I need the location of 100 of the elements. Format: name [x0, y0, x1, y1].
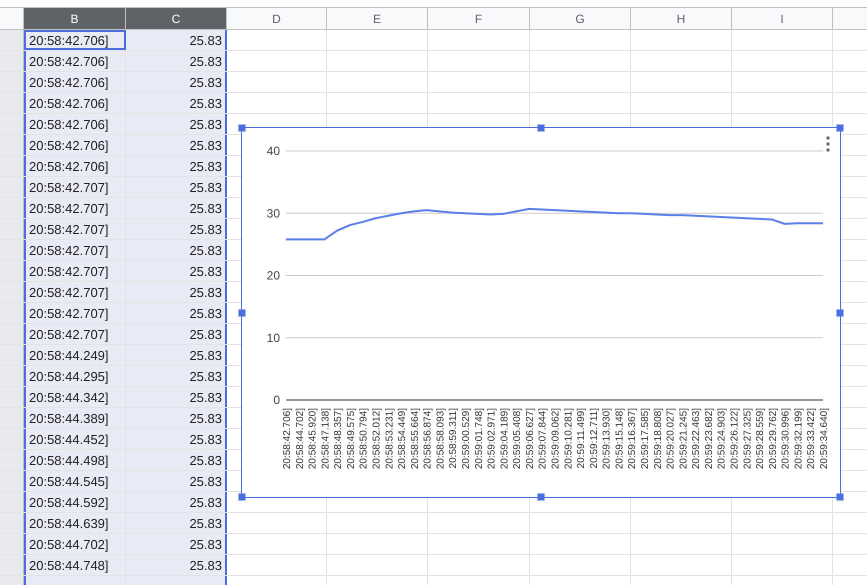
- table-cell: 20:58:42.706]: [24, 30, 126, 50]
- table-cell: 20:58:44.389]: [24, 408, 126, 428]
- x-tick-label: 20:59:11.499]: [576, 408, 588, 468]
- x-tick-label: 20:59:04.189]: [499, 408, 510, 470]
- x-tick-label: 20:58:53.231]: [384, 408, 396, 470]
- row-header[interactable]: [0, 408, 24, 428]
- x-tick-label: 20:58:42.706]: [282, 408, 293, 470]
- x-tick-label: 20:59:02.971]: [486, 408, 498, 470]
- table-cell: 25.83: [126, 534, 227, 554]
- resize-handle[interactable]: [538, 494, 544, 500]
- row-header[interactable]: [0, 114, 24, 134]
- row-header[interactable]: [0, 345, 24, 365]
- x-tick-label: 20:59:12.711]: [588, 408, 600, 468]
- column-header[interactable]: B: [24, 8, 126, 29]
- row-header[interactable]: [0, 387, 24, 407]
- x-tick-label: 20:59:24.903]: [716, 408, 728, 470]
- table-cell: 25.83: [126, 408, 227, 428]
- chart-card[interactable]: [241, 127, 841, 498]
- row-header[interactable]: [0, 219, 24, 239]
- x-tick-label: 20:59:30.996]: [780, 408, 792, 470]
- x-tick-label: 20:59:10.281]: [563, 408, 574, 470]
- table-cell: 20:58:44.702]: [24, 534, 126, 554]
- column-header[interactable]: [833, 8, 867, 29]
- row-header[interactable]: [0, 93, 24, 113]
- table-cell: 20:58:42.707]: [24, 177, 126, 197]
- table-cell: 25.83: [126, 219, 227, 239]
- table-cell: 25.83: [126, 366, 227, 386]
- resize-handle[interactable]: [238, 309, 246, 316]
- x-tick-label: 20:59:23.682]: [704, 408, 715, 470]
- table-cell: 20:58:42.706]: [24, 93, 126, 113]
- table-cell: 25.83: [126, 30, 227, 50]
- y-tick-label: 10: [266, 330, 280, 345]
- x-tick-label: 20:58:49.575]: [346, 408, 357, 470]
- column-header[interactable]: E: [327, 8, 428, 29]
- x-tick-label: 20:58:50.794]: [358, 408, 370, 470]
- table-cell: 20:58:42.707]: [24, 240, 126, 260]
- x-tick-label: 20:59:32.199]: [793, 408, 804, 470]
- table-cell: 20:58:44.249]: [24, 345, 126, 365]
- row-header[interactable]: [0, 534, 24, 554]
- x-tick-label: 20:59:20.027]: [666, 408, 677, 470]
- x-tick-label: 20:58:44.702]: [294, 408, 306, 470]
- column-header[interactable]: I: [732, 8, 833, 29]
- table-cell: 25.83: [126, 156, 227, 176]
- row-header[interactable]: [0, 471, 24, 491]
- row-header[interactable]: [0, 429, 24, 449]
- y-tick-label: 0: [273, 393, 280, 407]
- row-header[interactable]: [0, 282, 24, 302]
- row-header[interactable]: [0, 261, 24, 281]
- row-header[interactable]: [0, 240, 24, 260]
- x-tick-label: 20:58:52.012]: [372, 408, 382, 470]
- table-cell: 20:58:44.545]: [24, 471, 126, 491]
- table-cell: 25.83: [126, 51, 227, 71]
- x-tick-label: 20:59:17.585]: [640, 408, 651, 470]
- resize-handle[interactable]: [836, 494, 844, 500]
- column-header[interactable]: G: [530, 8, 631, 29]
- row-header[interactable]: [0, 135, 24, 155]
- row-header[interactable]: [0, 156, 24, 176]
- x-tick-label: 20:58:54.449]: [397, 408, 408, 470]
- table-cell: 25.83: [126, 324, 227, 344]
- column-header[interactable]: C: [126, 8, 227, 29]
- table-cell: 25.83: [126, 471, 227, 491]
- row-header[interactable]: [0, 30, 24, 50]
- row-header[interactable]: [0, 303, 24, 323]
- more-options-icon[interactable]: [826, 136, 830, 152]
- row-header[interactable]: [0, 8, 24, 29]
- table-cell: 20:58:42.706]: [24, 72, 126, 92]
- row-header[interactable]: [0, 366, 24, 386]
- row-header[interactable]: [0, 51, 24, 71]
- x-tick-label: 20:58:48.357]: [333, 408, 344, 470]
- table-cell: 25.83: [126, 345, 227, 365]
- resize-handle[interactable]: [238, 494, 246, 500]
- column-header[interactable]: D: [227, 8, 327, 29]
- table-cell: 25.83: [126, 261, 227, 281]
- row-header[interactable]: [0, 177, 24, 197]
- x-tick-label: 20:59:06.627]: [524, 408, 536, 470]
- x-tick-label: 20:58:45.920]: [308, 408, 319, 470]
- row-header[interactable]: [0, 450, 24, 470]
- table-cell: 20:58:42.707]: [24, 198, 126, 218]
- x-tick-label: 20:58:47.138]: [320, 408, 332, 470]
- row-header[interactable]: [0, 198, 24, 218]
- row-header[interactable]: [0, 72, 24, 92]
- row-header[interactable]: [0, 513, 24, 533]
- column-header[interactable]: H: [631, 8, 732, 29]
- resize-handle[interactable]: [836, 124, 844, 132]
- resize-handle[interactable]: [238, 124, 246, 132]
- table-cell: 25.83: [126, 303, 227, 323]
- table-cell: 20:58:42.706]: [24, 156, 126, 176]
- row-header[interactable]: [0, 324, 24, 344]
- resize-handle[interactable]: [538, 124, 544, 132]
- x-tick-label: 20:59:26.122]: [730, 408, 740, 470]
- table-cell: 20:58:42.707]: [24, 303, 126, 323]
- row-header[interactable]: [0, 492, 24, 512]
- x-tick-label: 20:59:29.762]: [768, 408, 779, 470]
- y-tick-label: 40: [266, 144, 280, 158]
- column-header[interactable]: F: [428, 8, 530, 29]
- resize-handle[interactable]: [836, 309, 844, 316]
- table-cell: 20:58:44.452]: [24, 429, 126, 449]
- row-header[interactable]: [0, 555, 24, 575]
- x-tick-label: 20:59:34.640]: [819, 408, 830, 470]
- table-cell: 20:58:42.707]: [24, 282, 126, 302]
